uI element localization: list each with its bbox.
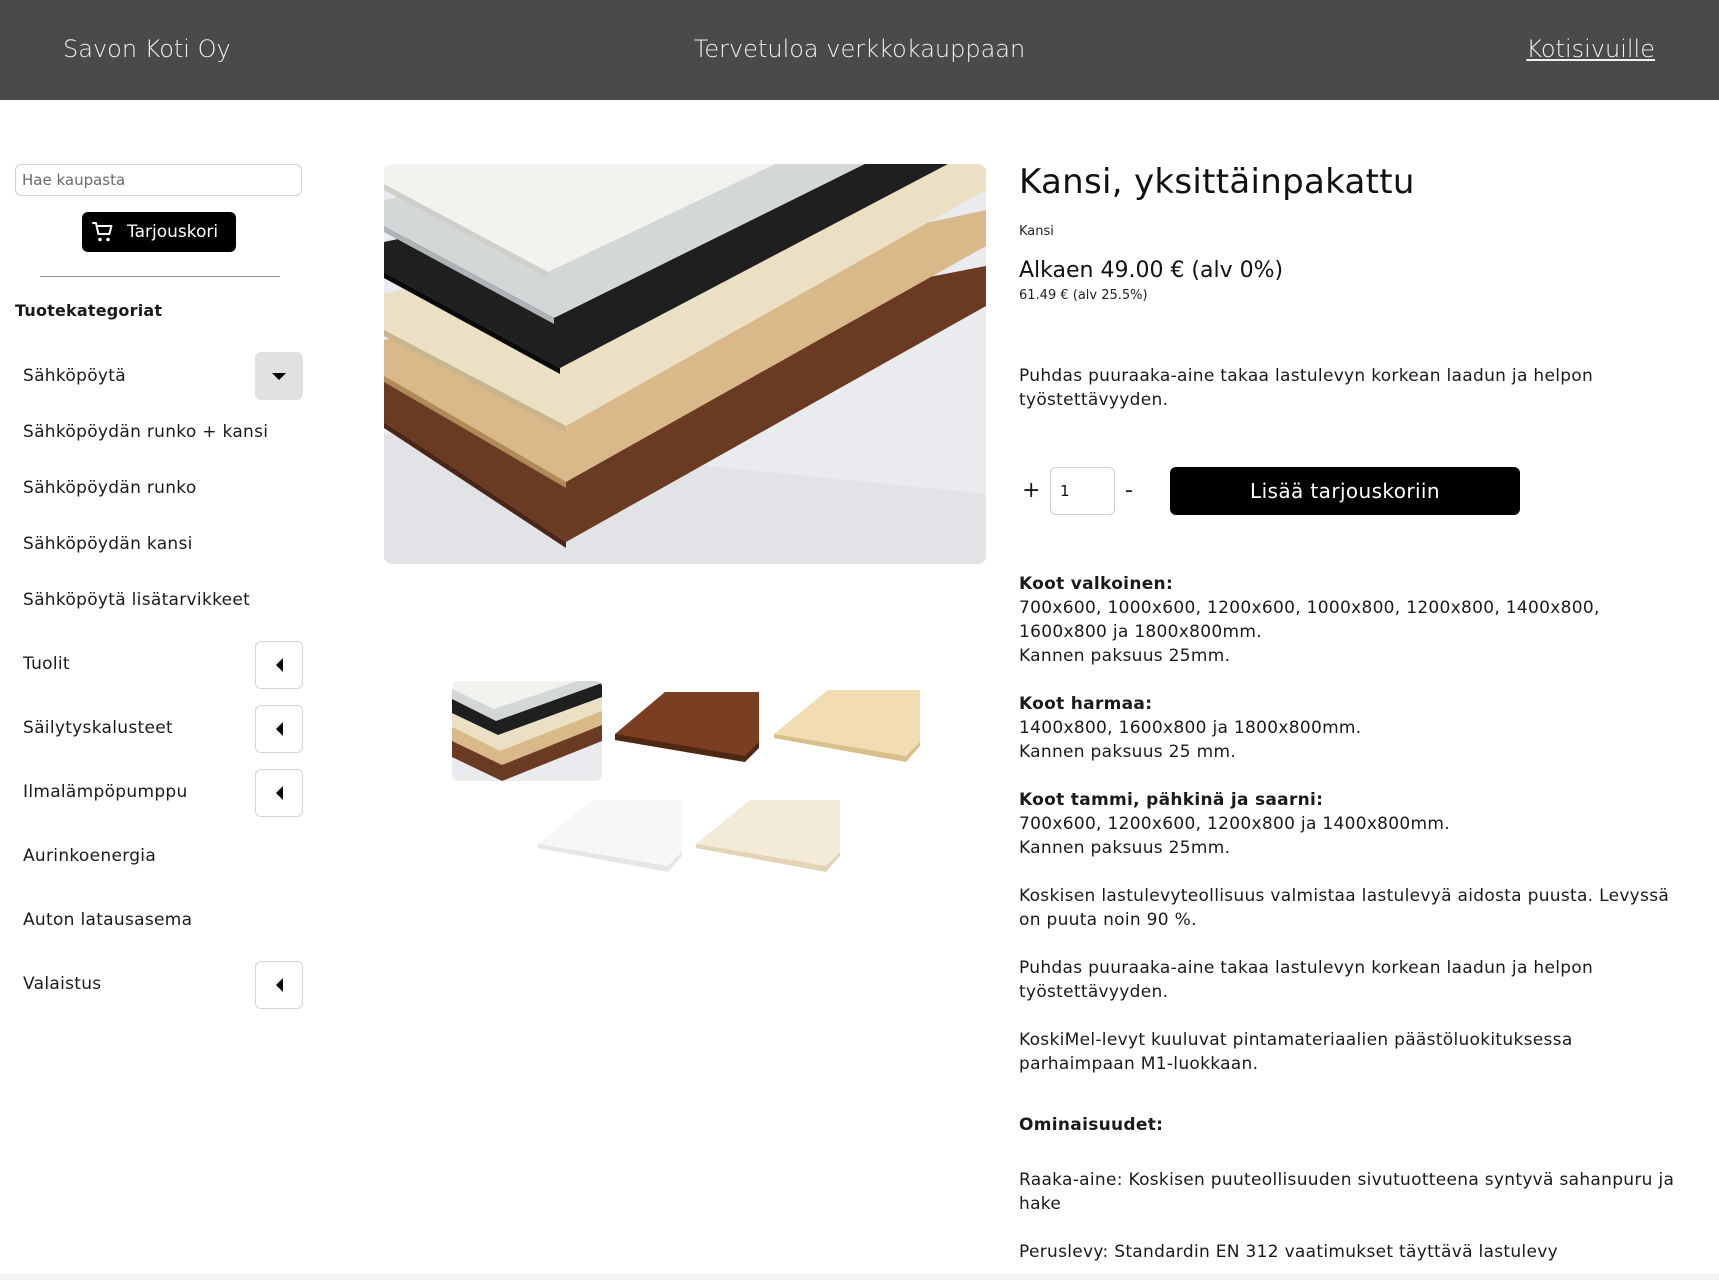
- category-sahkopoyta[interactable]: Sähköpöytä: [23, 366, 126, 386]
- white-thickness: Kannen paksuus 25mm.: [1019, 646, 1231, 666]
- caret-left-icon: [275, 722, 283, 736]
- category-runko[interactable]: Sähköpöydän runko: [23, 478, 197, 498]
- cart-button-label: Tarjouskori: [127, 222, 219, 242]
- category-lisatarvikkeet[interactable]: Sähköpöytä lisätarvikkeet: [23, 590, 250, 610]
- description-paragraph-3: KoskiMel-levyt kuuluvat pintamateriaalie…: [1019, 1030, 1573, 1074]
- feature-base-board: Peruslevy: Standardin EN 312 vaatimukset…: [1019, 1242, 1558, 1262]
- product-category: Kansi: [1019, 224, 1054, 239]
- product-main-image[interactable]: [384, 164, 986, 564]
- quantity-input[interactable]: [1050, 467, 1115, 515]
- thumbnail-white[interactable]: [538, 796, 684, 876]
- caret-left-icon: [275, 658, 283, 672]
- feature-raw-material: Raaka-aine: Koskisen puuteollisuuden siv…: [1019, 1170, 1675, 1214]
- category-sailytyskalusteet[interactable]: Säilytyskalusteet: [23, 718, 173, 738]
- features-heading-text: Ominaisuudet:: [1019, 1115, 1164, 1135]
- grey-sizes: 1400x800, 1600x800 ja 1800x800mm.: [1019, 718, 1362, 738]
- category-latausasema[interactable]: Auton latausasema: [23, 910, 192, 930]
- thumbnail-birch[interactable]: [696, 796, 842, 876]
- product-lead: Puhdas puuraaka-aine takaa lastulevyn ko…: [1019, 366, 1594, 410]
- category-toggle-sailytyskalusteet[interactable]: [255, 705, 303, 753]
- page-bottom-edge: [0, 1274, 1719, 1280]
- white-sizes-heading: Koot valkoinen:: [1019, 574, 1174, 594]
- category-toggle-valaistus[interactable]: [255, 961, 303, 1009]
- category-toggle-sahkopoyta[interactable]: [255, 352, 303, 400]
- top-bar: Savon Koti Oy Tervetuloa verkkokauppaan …: [0, 0, 1719, 100]
- description-wood: Koot tammi, pähkinä ja saarni: 700x600, …: [1019, 788, 1679, 860]
- quantity-minus-button[interactable]: -: [1125, 478, 1133, 503]
- wood-thickness: Kannen paksuus 25mm.: [1019, 838, 1231, 858]
- grey-sizes-heading: Koot harmaa:: [1019, 694, 1153, 714]
- cart-icon: [92, 222, 113, 242]
- product-price-vat: 61.49 € (alv 25.5%): [1019, 288, 1148, 303]
- product-price: Alkaen 49.00 € (alv 0%): [1019, 258, 1284, 283]
- category-ilmalampopumppu[interactable]: Ilmalämpöpumppu: [23, 782, 188, 802]
- product-title: Kansi, yksittäinpakattu: [1019, 162, 1415, 202]
- search-input[interactable]: [15, 164, 302, 196]
- thumbnail-all-colors[interactable]: [452, 681, 602, 781]
- category-valaistus[interactable]: Valaistus: [23, 974, 101, 994]
- description-grey: Koot harmaa: 1400x800, 1600x800 ja 1800x…: [1019, 692, 1679, 764]
- description-paragraph-1: Koskisen lastulevyteollisuus valmistaa l…: [1019, 886, 1670, 930]
- cart-button[interactable]: Tarjouskori: [82, 212, 236, 252]
- wood-sizes: 700x600, 1200x600, 1200x800 ja 1400x800m…: [1019, 814, 1450, 834]
- wood-sizes-heading: Koot tammi, pähkinä ja saarni:: [1019, 790, 1324, 810]
- features-heading: Ominaisuudet:: [1019, 1113, 1679, 1137]
- category-aurinkoenergia[interactable]: Aurinkoenergia: [23, 846, 156, 866]
- description-white: Koot valkoinen: 700x600, 1000x600, 1200x…: [1019, 572, 1679, 668]
- category-toggle-ilmalampopumppu[interactable]: [255, 769, 303, 817]
- caret-left-icon: [275, 786, 283, 800]
- welcome-text: Tervetuloa verkkokauppaan: [693, 35, 1026, 63]
- home-link[interactable]: Kotisivuille: [1526, 35, 1655, 63]
- caret-left-icon: [275, 978, 283, 992]
- categories-heading: Tuotekategoriat: [15, 301, 163, 320]
- description-paragraph-2: Puhdas puuraaka-aine takaa lastulevyn ko…: [1019, 958, 1594, 1002]
- category-runko-kansi[interactable]: Sähköpöydän runko + kansi: [23, 422, 268, 442]
- category-tuolit[interactable]: Tuolit: [23, 654, 70, 674]
- add-to-cart-button[interactable]: Lisää tarjouskoriin: [1170, 467, 1520, 515]
- caret-down-icon: [272, 372, 286, 380]
- white-sizes: 700x600, 1000x600, 1200x600, 1000x800, 1…: [1019, 598, 1600, 642]
- sidebar-divider: [40, 276, 280, 277]
- grey-thickness: Kannen paksuus 25 mm.: [1019, 742, 1237, 762]
- thumbnail-oak[interactable]: [774, 686, 920, 766]
- category-toggle-tuolit[interactable]: [255, 641, 303, 689]
- thumbnail-walnut[interactable]: [615, 686, 761, 766]
- quantity-plus-button[interactable]: +: [1022, 478, 1040, 503]
- category-kansi[interactable]: Sähköpöydän kansi: [23, 534, 193, 554]
